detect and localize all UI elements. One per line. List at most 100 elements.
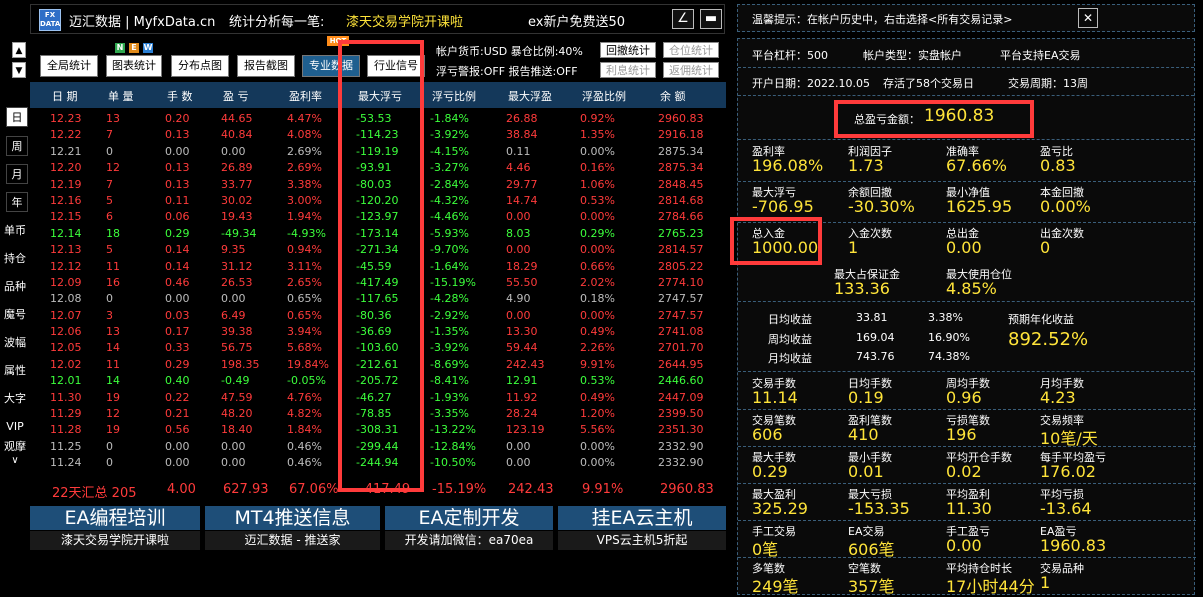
table-cell: 2446.60 bbox=[658, 374, 704, 388]
table-cell: -4.15% bbox=[430, 144, 469, 158]
table-cell: 2332.90 bbox=[658, 439, 704, 453]
stat-value: 1960.83 bbox=[1040, 536, 1107, 555]
promo-link-2[interactable]: ex新户免费送50 bbox=[528, 11, 625, 30]
table-cell: 0 bbox=[106, 144, 113, 158]
withdraw-stats-button[interactable]: 回撤统计 bbox=[600, 42, 656, 58]
table-cell: 1.84% bbox=[287, 423, 322, 437]
table-cell: 14.74 bbox=[506, 193, 538, 207]
menu-magic[interactable]: 魔号 bbox=[0, 304, 30, 326]
column-header[interactable]: 日 期 bbox=[52, 88, 78, 104]
summary-row: 22天汇总 205 4.00 627.93 67.06% -417.49 -15.19% 2… bbox=[30, 480, 726, 502]
minimize-icon[interactable]: ∠ bbox=[672, 9, 694, 29]
table-cell: 12 bbox=[106, 161, 120, 175]
interest-stats-button[interactable]: 利息统计 bbox=[600, 62, 656, 78]
menu-symbol[interactable]: 品种 bbox=[0, 276, 30, 298]
divider bbox=[738, 409, 1196, 410]
account-summary-panel: 温馨提示：在帐户历史中，右击选择<所有交易记录> ✕ 平台杠杆：500 帐户类型… bbox=[730, 0, 1203, 597]
table-cell: -3.27% bbox=[430, 161, 469, 175]
table-cell: 13.30 bbox=[506, 325, 538, 339]
menu-vip[interactable]: VIP bbox=[0, 416, 30, 438]
column-header[interactable]: 浮亏比例 bbox=[432, 88, 476, 104]
title-bar: FX DATA 迈汇数据 | MyfxData.cn 统计分析每一笔: 漆天交易学… bbox=[30, 4, 725, 34]
table-cell: 2351.30 bbox=[658, 423, 704, 437]
chevron-down-icon[interactable]: ∨ bbox=[0, 454, 30, 468]
table-cell: 12.15 bbox=[50, 210, 82, 224]
table-cell: 0.29 bbox=[165, 226, 190, 240]
menu-bigfont[interactable]: 大字 bbox=[0, 388, 30, 410]
column-header[interactable]: 浮盈比例 bbox=[582, 88, 626, 104]
table-cell: -49.34 bbox=[221, 226, 257, 240]
table-cell: -5.93% bbox=[430, 226, 469, 240]
position-stats-button[interactable]: 仓位统计 bbox=[663, 42, 719, 58]
table-cell: -8.41% bbox=[430, 374, 469, 388]
table-cell: 28.24 bbox=[506, 407, 538, 421]
table-cell: 12.23 bbox=[50, 112, 82, 125]
scroll-up-icon[interactable]: ▲ bbox=[12, 42, 26, 58]
table-cell: -10.50% bbox=[430, 456, 476, 470]
global-stats-button[interactable]: 全局统计 bbox=[40, 55, 98, 77]
table-cell: 0.03 bbox=[165, 308, 190, 322]
stats-panel: FX DATA 迈汇数据 | MyfxData.cn 统计分析每一笔: 漆天交易学… bbox=[0, 0, 730, 597]
table-cell: 12.09 bbox=[50, 275, 82, 289]
table-cell: 6 bbox=[106, 210, 113, 224]
table-cell: 7 bbox=[106, 128, 113, 142]
table-cell: 0.65% bbox=[287, 292, 322, 306]
column-header[interactable]: 手 数 bbox=[167, 88, 193, 104]
table-cell: 0.00 bbox=[506, 439, 531, 453]
table-cell: 2960.83 bbox=[658, 112, 704, 125]
ad-title: MT4推送信息 bbox=[205, 506, 380, 530]
table-cell: 2875.34 bbox=[658, 161, 704, 175]
ad-mt4-push[interactable]: MT4推送信息 迈汇数据 - 推送家 bbox=[205, 506, 380, 550]
nav-month[interactable]: 月 bbox=[6, 164, 28, 184]
tip-text: 温馨提示：在帐户历史中，右击选择<所有交易记录> bbox=[752, 13, 1013, 26]
chart-stats-button[interactable]: 图表统计 bbox=[106, 55, 162, 77]
table-cell: 0.00 bbox=[506, 456, 531, 470]
table-cell: 11.28 bbox=[50, 423, 82, 437]
total-pl-label: 总盈亏金额： bbox=[854, 113, 920, 126]
nav-day[interactable]: 日 bbox=[6, 107, 28, 127]
menu-currency[interactable]: 单币 bbox=[0, 220, 30, 242]
table-cell: 56.75 bbox=[221, 341, 253, 355]
close-icon[interactable]: ▬ bbox=[700, 9, 722, 29]
divider bbox=[738, 483, 1196, 484]
table-cell: -1.64% bbox=[430, 259, 469, 273]
table-cell: 0.00 bbox=[165, 439, 190, 453]
table-cell: 18.40 bbox=[221, 423, 253, 437]
ad-ea-training[interactable]: EA编程培训 漆天交易学院开课啦 bbox=[30, 506, 200, 550]
stat-value: 67.66% bbox=[946, 156, 1008, 175]
column-header[interactable]: 最大浮盈 bbox=[508, 88, 552, 104]
table-cell: 48.20 bbox=[221, 407, 253, 421]
menu-volatility[interactable]: 波幅 bbox=[0, 332, 30, 354]
column-header[interactable]: 余 额 bbox=[660, 88, 686, 104]
table-cell: 14 bbox=[106, 341, 120, 355]
stat-value: -30.30% bbox=[848, 197, 915, 216]
table-cell: 2784.66 bbox=[658, 210, 704, 224]
column-header[interactable]: 单 量 bbox=[108, 88, 134, 104]
table-cell: 19.43 bbox=[221, 210, 253, 224]
rebate-stats-button[interactable]: 返佣统计 bbox=[663, 62, 719, 78]
column-header[interactable]: 盈利率 bbox=[289, 88, 322, 104]
table-cell: 2805.22 bbox=[658, 259, 704, 273]
survival-days: 存活了58个交易日 bbox=[883, 77, 974, 90]
table-cell: 0.00% bbox=[580, 456, 615, 470]
table-cell: 0.00% bbox=[580, 210, 615, 224]
ea-support: 平台支持EA交易 bbox=[1000, 49, 1081, 62]
table-cell: 30.02 bbox=[221, 193, 253, 207]
table-cell: 0.22 bbox=[165, 390, 190, 404]
scatter-chart-button[interactable]: 分布点图 bbox=[171, 55, 229, 77]
nav-year[interactable]: 年 bbox=[6, 192, 28, 212]
summary-cell: 2960.83 bbox=[660, 482, 714, 497]
column-header[interactable]: 盈 亏 bbox=[223, 88, 249, 104]
ad-ea-custom[interactable]: EA定制开发 开发请加微信：ea70ea bbox=[385, 506, 553, 550]
stat-value: 606 bbox=[752, 425, 783, 444]
promo-link[interactable]: 漆天交易学院开课啦 bbox=[346, 11, 463, 30]
report-screenshot-button[interactable]: 报告截图 bbox=[237, 55, 295, 77]
nav-week[interactable]: 周 bbox=[6, 136, 28, 156]
new-badge-w: W bbox=[143, 43, 153, 53]
menu-attribute[interactable]: 属性 bbox=[0, 360, 30, 382]
ad-vps[interactable]: 挂EA云主机 VPS云主机5折起 bbox=[558, 506, 726, 550]
annual-return-label: 预期年化收益 bbox=[1008, 313, 1074, 326]
close-icon[interactable]: ✕ bbox=[1078, 8, 1098, 28]
scroll-down-icon[interactable]: ▼ bbox=[12, 62, 26, 78]
menu-position[interactable]: 持仓 bbox=[0, 248, 30, 270]
